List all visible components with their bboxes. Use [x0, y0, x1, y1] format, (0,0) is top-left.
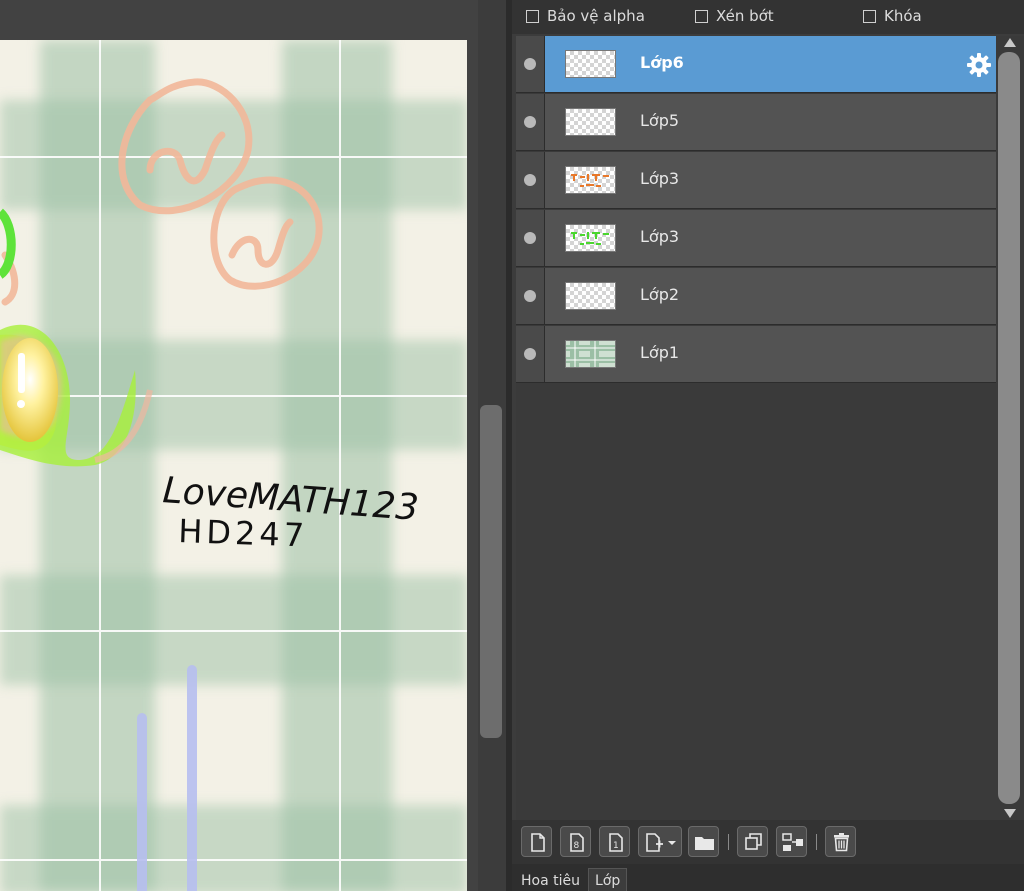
- layer-name: Lớp2: [640, 285, 680, 304]
- add-layer-dropdown-button[interactable]: [638, 826, 682, 857]
- layer-options-row: Bảo vệ alpha Xén bớt Khóa: [512, 0, 1024, 34]
- layer-toolbar: 8 1: [512, 820, 1024, 864]
- checkbox-icon: [695, 9, 708, 23]
- new-page-icon: [531, 833, 545, 852]
- canvas-scroll-thumb[interactable]: [480, 405, 502, 738]
- protect-alpha-label: Bảo vệ alpha: [547, 7, 645, 25]
- canvas-vertical-scrollbar[interactable]: [478, 0, 506, 891]
- layer-scroll-thumb[interactable]: [998, 52, 1020, 804]
- lock-checkbox[interactable]: Khóa: [863, 6, 922, 26]
- folder-icon: [695, 837, 714, 850]
- svg-text:8: 8: [574, 841, 580, 851]
- handwriting-line2: HD247: [178, 512, 309, 555]
- scroll-up-arrow-icon[interactable]: [1004, 38, 1016, 47]
- layer-visibility-toggle[interactable]: [516, 210, 545, 266]
- layer-row-lop3-orange[interactable]: Lớp3: [516, 152, 996, 209]
- eye-dot-icon: [524, 290, 536, 302]
- canvas-area[interactable]: LoveMATH123 HD247: [0, 0, 478, 891]
- drawing-canvas[interactable]: LoveMATH123 HD247: [0, 40, 467, 891]
- tab-navigator-label: Hoa tiêu: [521, 873, 580, 889]
- eye-dot-icon: [524, 58, 536, 70]
- layer-visibility-toggle[interactable]: [516, 94, 545, 150]
- layer-name: Lớp3: [640, 227, 680, 246]
- new-layer-button[interactable]: [521, 826, 552, 857]
- toolbar-separator: [816, 834, 817, 850]
- duplicate-layer-button[interactable]: [737, 826, 768, 857]
- green-text-thumbnail: [571, 232, 609, 245]
- layer-thumbnail: [565, 340, 616, 368]
- bottom-tab-bar: Hoa tiêu Lớp: [512, 864, 1024, 891]
- eye-dot-icon: [524, 174, 536, 186]
- layer-name: Lớp6: [640, 53, 684, 72]
- page-plus-icon: [646, 833, 676, 852]
- trash-icon: [834, 833, 849, 852]
- svg-text:1: 1: [613, 841, 619, 851]
- duplicate-icon: [745, 833, 762, 850]
- layer-row-lop2[interactable]: Lớp2: [516, 268, 996, 325]
- scroll-down-arrow-icon[interactable]: [1004, 809, 1016, 818]
- eye-dot-icon: [524, 348, 536, 360]
- layer-thumbnail: [565, 224, 616, 252]
- orange-text-thumbnail: [571, 174, 609, 187]
- artwork: LoveMATH123 HD247: [0, 40, 467, 891]
- checkbox-icon: [863, 9, 876, 23]
- layer-name: Lớp5: [640, 111, 680, 130]
- new-1bit-layer-button[interactable]: 1: [599, 826, 630, 857]
- layer-visibility-toggle[interactable]: [516, 326, 545, 382]
- eye-dot-icon: [524, 232, 536, 244]
- layer-thumbnail: [565, 108, 616, 136]
- layer-visibility-toggle[interactable]: [516, 268, 545, 324]
- protect-alpha-checkbox[interactable]: Bảo vệ alpha: [526, 6, 645, 26]
- merge-icon: [782, 833, 803, 851]
- eye-dot-icon: [524, 116, 536, 128]
- gear-icon[interactable]: [966, 52, 992, 78]
- 8bit-page-icon: 8: [570, 833, 584, 852]
- new-folder-button[interactable]: [688, 826, 719, 857]
- layer-visibility-toggle[interactable]: [516, 152, 545, 208]
- layer-name: Lớp3: [640, 169, 680, 188]
- checkbox-icon: [526, 9, 539, 23]
- delete-layer-button[interactable]: [825, 826, 856, 857]
- layer-thumbnail: [565, 282, 616, 310]
- toolbar-separator: [728, 834, 729, 850]
- tab-navigator[interactable]: Hoa tiêu: [514, 868, 587, 891]
- layer-visibility-toggle[interactable]: [516, 36, 545, 92]
- clipping-checkbox[interactable]: Xén bớt: [695, 6, 774, 26]
- layer-row-lop6[interactable]: Lớp6: [516, 36, 996, 93]
- layer-thumbnail: [565, 166, 616, 194]
- layer-list: Lớp6 Lớp5 Lớp3 Lớp3 Lớp2 Lớp1: [516, 36, 996, 820]
- tab-layer[interactable]: Lớp: [588, 868, 628, 891]
- clipping-label: Xén bớt: [716, 7, 774, 25]
- layer-list-scrollbar[interactable]: [996, 36, 1024, 820]
- plaid-thumbnail: [566, 341, 615, 367]
- tab-layer-label: Lớp: [595, 873, 621, 889]
- layer-row-lop1[interactable]: Lớp1: [516, 326, 996, 383]
- layer-row-lop3-green[interactable]: Lớp3: [516, 210, 996, 267]
- merge-layer-button[interactable]: [776, 826, 807, 857]
- layer-row-lop5[interactable]: Lớp5: [516, 94, 996, 151]
- lock-label: Khóa: [884, 7, 922, 25]
- layer-name: Lớp1: [640, 343, 680, 362]
- 1bit-page-icon: 1: [609, 833, 623, 852]
- layer-panel: Bảo vệ alpha Xén bớt Khóa Lớp6 Lớp5 Lớp3…: [512, 0, 1024, 891]
- layer-thumbnail: [565, 50, 616, 78]
- new-8bit-layer-button[interactable]: 8: [560, 826, 591, 857]
